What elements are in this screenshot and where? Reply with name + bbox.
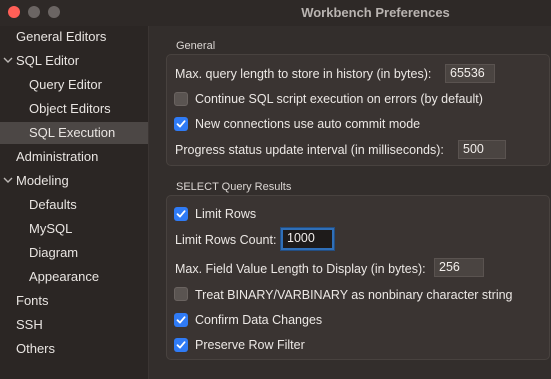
max-query-length-label: Max. query length to store in history (i… [175,67,432,81]
preferences-window: Workbench Preferences General Editors SQ… [0,0,551,379]
auto-commit-checkbox[interactable] [174,117,188,131]
sidebar-item-label: Query Editor [29,77,102,92]
sidebar-item-label: Diagram [29,245,79,260]
limit-rows-count-field[interactable]: 1000 [281,228,334,250]
sidebar-item-mysql[interactable]: MySQL [0,218,148,240]
window-title: Workbench Preferences [301,5,450,20]
checkmark-icon [176,210,186,218]
sidebar-item-administration[interactable]: Administration [0,146,148,168]
progress-interval-field[interactable]: 500 [458,140,506,159]
limit-rows-count-label: Limit Rows Count: [175,233,277,247]
limit-rows-checkbox[interactable] [174,207,188,221]
auto-commit-label: New connections use auto commit mode [195,117,421,131]
sidebar-item-object-editors[interactable]: Object Editors [0,98,148,120]
sidebar-item-label: Administration [16,149,99,164]
sidebar-item-label: Others [16,341,56,356]
treat-binary-label: Treat BINARY/VARBINARY as nonbinary char… [195,288,513,302]
sidebar-item-fonts[interactable]: Fonts [0,290,148,312]
select-results-group-title: SELECT Query Results [176,181,292,193]
treat-binary-checkbox[interactable] [174,287,188,301]
sidebar-item-label: Object Editors [29,101,111,116]
sidebar-item-label: SSH [16,317,43,332]
sidebar-item-others[interactable]: Others [0,338,148,360]
sidebar-item-label: Fonts [16,293,49,308]
checkmark-icon [176,120,186,128]
max-query-length-field[interactable]: 65536 [445,64,495,83]
sidebar-item-appearance[interactable]: Appearance [0,266,148,288]
general-group-title: General [176,40,216,52]
sidebar-item-sql-execution[interactable]: SQL Execution [0,122,148,144]
continue-on-errors-checkbox[interactable] [174,92,188,106]
preserve-row-filter-checkbox[interactable] [174,338,188,352]
sidebar-item-label: SQL Editor [16,53,80,68]
limit-rows-label: Limit Rows [195,207,257,221]
sidebar-item-label: General Editors [16,29,107,44]
title-bar: Workbench Preferences [0,0,551,26]
checkmark-icon [176,316,186,324]
confirm-data-changes-checkbox[interactable] [174,313,188,327]
sidebar-item-diagram[interactable]: Diagram [0,242,148,264]
sidebar-item-label: Modeling [16,173,69,188]
sidebar-item-label: MySQL [29,221,73,236]
max-field-length-label: Max. Field Value Length to Display (in b… [175,262,426,276]
preferences-sidebar: General Editors SQL Editor Query Editor … [0,26,148,379]
checkmark-icon [176,341,186,349]
sidebar-item-general-editors[interactable]: General Editors [0,26,148,48]
sidebar-item-ssh[interactable]: SSH [0,314,148,336]
sidebar-item-sql-editor[interactable]: SQL Editor [0,50,148,72]
max-field-length-field[interactable]: 256 [434,258,484,277]
continue-on-errors-label: Continue SQL script execution on errors … [195,92,483,106]
confirm-data-changes-label: Confirm Data Changes [195,313,323,327]
sidebar-item-label: Appearance [29,269,100,284]
sidebar-item-label: Defaults [29,197,77,212]
preferences-content: General Max. query length to store in hi… [148,26,551,379]
progress-interval-label: Progress status update interval (in mill… [175,143,444,157]
sidebar-item-defaults[interactable]: Defaults [0,194,148,216]
sidebar-item-label: SQL Execution [29,125,116,140]
preserve-row-filter-label: Preserve Row Filter [195,338,305,352]
sidebar-item-modeling[interactable]: Modeling [0,170,148,192]
sidebar-item-query-editor[interactable]: Query Editor [0,74,148,96]
